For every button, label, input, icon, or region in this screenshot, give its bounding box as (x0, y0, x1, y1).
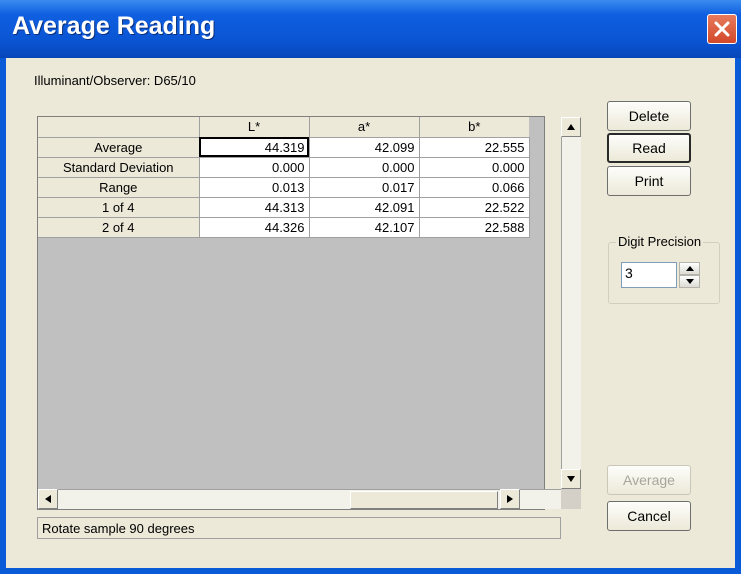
readings-table: L* a* b* Average 44.319 42.099 22.555 St… (38, 117, 530, 238)
table-cell[interactable]: 42.091 (309, 197, 420, 218)
table-cell[interactable]: 42.107 (309, 217, 420, 238)
table-cell[interactable]: 22.522 (419, 197, 530, 218)
triangle-left-icon (45, 495, 51, 503)
spin-down-icon (685, 279, 694, 284)
triangle-up-icon (567, 124, 575, 130)
table-header-row: L* a* b* (38, 117, 529, 138)
readings-grid[interactable]: L* a* b* Average 44.319 42.099 22.555 St… (37, 116, 581, 510)
table-row[interactable]: Standard Deviation 0.000 0.000 0.000 (38, 157, 530, 178)
spin-down-button[interactable] (679, 275, 700, 288)
table-row[interactable]: 2 of 4 44.326 42.107 22.588 (38, 217, 530, 238)
table-cell[interactable]: 0.000 (199, 157, 310, 178)
horizontal-scroll-thumb[interactable] (350, 491, 498, 509)
title-bar[interactable]: Average Reading (0, 0, 741, 58)
table-cell[interactable]: 0.066 (419, 177, 530, 198)
table-cell[interactable]: 44.319 (199, 137, 310, 158)
scroll-left-button[interactable] (38, 489, 58, 509)
scroll-right-button[interactable] (500, 489, 520, 509)
table-row[interactable]: Range 0.013 0.017 0.066 (38, 177, 530, 198)
triangle-right-icon (507, 495, 513, 503)
column-header-b[interactable]: b* (419, 117, 529, 138)
digit-precision-label: Digit Precision (616, 234, 704, 249)
triangle-down-icon (567, 476, 575, 482)
table-cell[interactable]: 0.000 (419, 157, 530, 178)
close-icon (714, 21, 730, 37)
row-header-reading-1[interactable]: 1 of 4 (38, 197, 200, 218)
status-message: Rotate sample 90 degrees (37, 517, 561, 539)
table-cell[interactable]: 22.588 (419, 217, 530, 238)
column-header-l[interactable]: L* (199, 117, 310, 138)
row-header-standard-deviation[interactable]: Standard Deviation (38, 157, 200, 178)
table-cell[interactable]: 22.555 (419, 137, 530, 158)
window-title: Average Reading (12, 12, 216, 40)
scroll-down-button[interactable] (561, 469, 581, 489)
table-cell[interactable]: 0.000 (309, 157, 420, 178)
read-button[interactable]: Read (607, 133, 691, 163)
table-cell[interactable]: 0.017 (309, 177, 420, 198)
table-cell[interactable]: 44.326 (199, 217, 310, 238)
dialog-window: Average Reading Illuminant/Observer: D65… (0, 0, 741, 574)
table-corner (38, 117, 200, 138)
illuminant-observer-label: Illuminant/Observer: D65/10 (34, 73, 196, 88)
spin-up-button[interactable] (679, 262, 700, 275)
table-row[interactable]: 1 of 4 44.313 42.091 22.522 (38, 197, 530, 218)
scroll-corner (561, 489, 581, 509)
spin-up-icon (685, 266, 694, 271)
table-row[interactable]: Average 44.319 42.099 22.555 (38, 137, 530, 158)
table-cell[interactable]: 0.013 (199, 177, 310, 198)
horizontal-scrollbar[interactable] (38, 489, 561, 509)
table-cell[interactable]: 44.313 (199, 197, 310, 218)
table-cell[interactable]: 42.099 (309, 137, 420, 158)
digit-precision-input[interactable]: 3 (621, 262, 677, 288)
row-header-range[interactable]: Range (38, 177, 200, 198)
average-button[interactable]: Average (607, 465, 691, 495)
close-button[interactable] (707, 14, 737, 44)
row-header-average[interactable]: Average (38, 137, 200, 158)
print-button[interactable]: Print (607, 166, 691, 196)
column-header-a[interactable]: a* (309, 117, 420, 138)
vertical-scrollbar[interactable] (561, 117, 581, 489)
cancel-button[interactable]: Cancel (607, 501, 691, 531)
row-header-reading-2[interactable]: 2 of 4 (38, 217, 200, 238)
delete-button[interactable]: Delete (607, 101, 691, 131)
scroll-up-button[interactable] (561, 117, 581, 137)
